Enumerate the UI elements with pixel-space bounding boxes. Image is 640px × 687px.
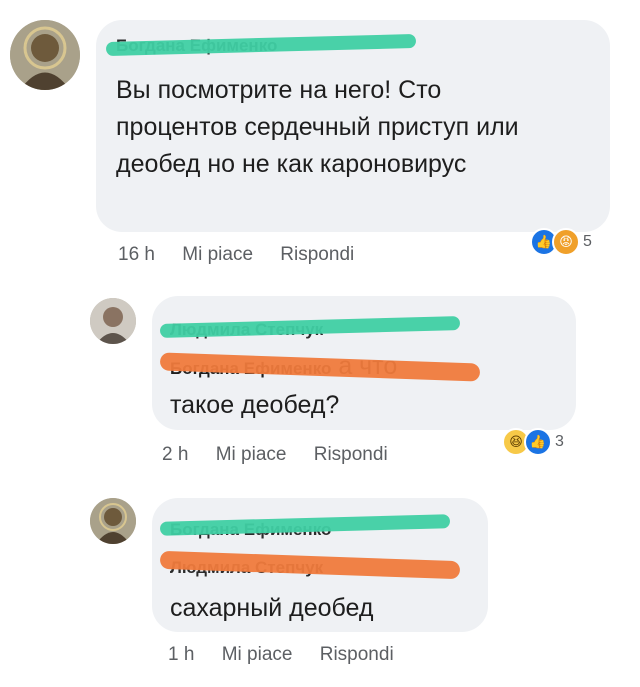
reply-link[interactable]: Rispondi (320, 644, 394, 666)
reaction-count: 3 (555, 433, 564, 450)
comment-bubble: Людмила Степчук Богдана Ефименко а что т… (152, 296, 576, 430)
reaction-count: 5 (583, 233, 592, 250)
comment-meta: 1 h Mi piace Rispondi (168, 644, 394, 666)
comment-text: Вы посмотрите на него! Сто процентов сер… (116, 76, 519, 178)
comment-meta: 16 h Mi piace Rispondi (118, 244, 354, 266)
comment-bubble: Богдана Ефименко Людмила Степчук сахарны… (152, 498, 488, 632)
angry-reaction-icon: 😡 (552, 228, 580, 256)
comment-time[interactable]: 1 h (168, 644, 194, 666)
reaction-summary[interactable]: 👍 😡 5 (530, 228, 592, 256)
avatar[interactable] (10, 20, 80, 90)
comment-text-line: такое деобед? (170, 391, 340, 419)
comment-bubble: Богдана Ефименко Вы посмотрите на него! … (96, 20, 610, 232)
like-reaction-icon: 👍 (524, 428, 552, 456)
icon-avatar-image (90, 498, 136, 544)
comment-text: сахарный деобед (170, 594, 374, 622)
like-link[interactable]: Mi piace (182, 244, 253, 266)
like-link[interactable]: Mi piace (222, 644, 293, 666)
reply-link[interactable]: Rispondi (280, 244, 354, 266)
reply-link[interactable]: Rispondi (314, 444, 388, 466)
avatar[interactable] (90, 298, 136, 344)
like-link[interactable]: Mi piace (216, 444, 287, 466)
comment-time[interactable]: 2 h (162, 444, 188, 466)
comment-time[interactable]: 16 h (118, 244, 155, 266)
reaction-summary[interactable]: 😆 👍 3 (502, 428, 564, 456)
comment-meta: 2 h Mi piace Rispondi (162, 444, 388, 466)
icon-avatar-image (10, 20, 80, 90)
icon-avatar-image (90, 298, 136, 344)
avatar[interactable] (90, 498, 136, 544)
